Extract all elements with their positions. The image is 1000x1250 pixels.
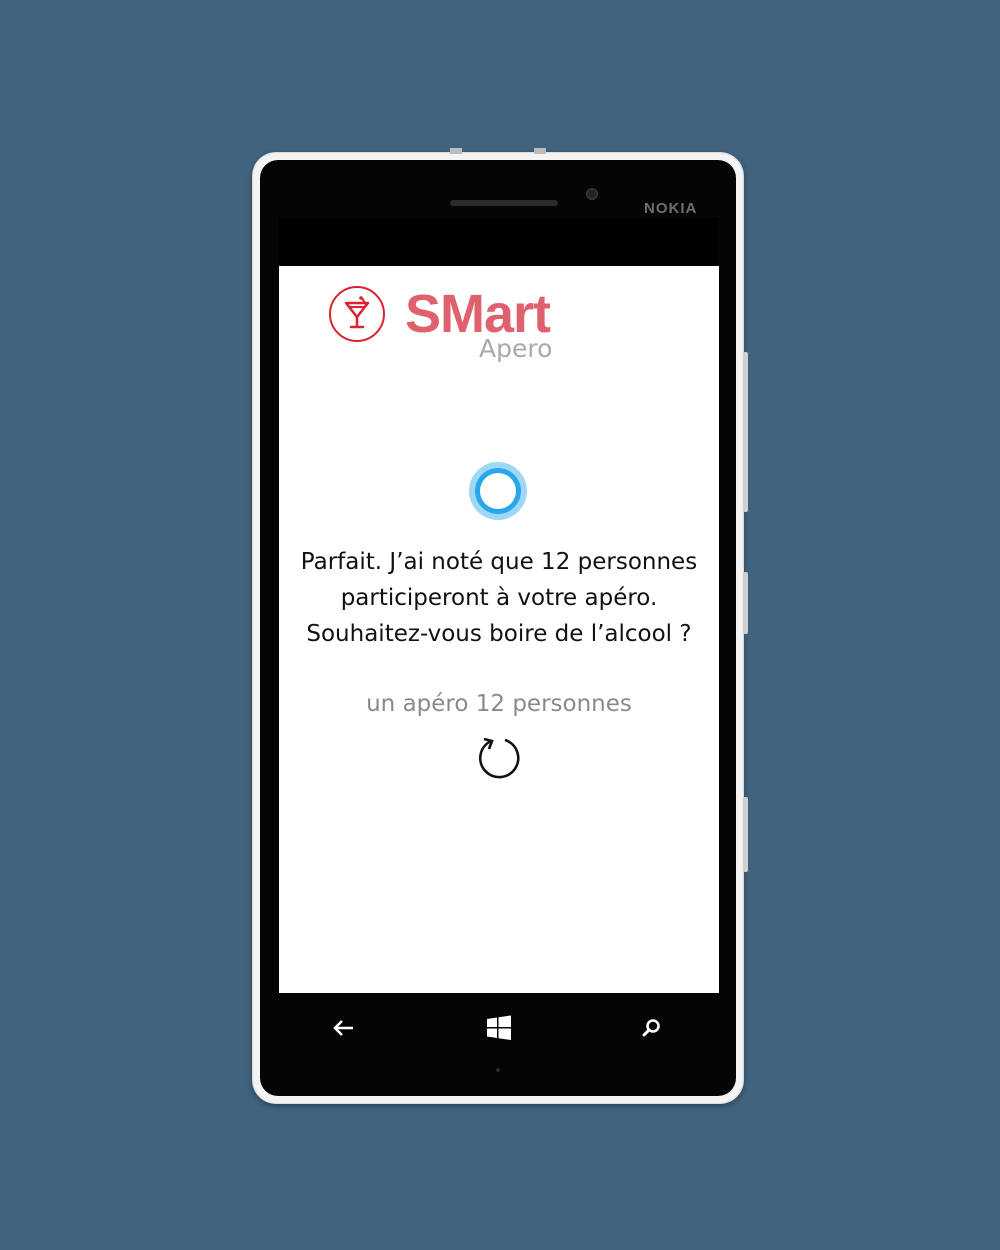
app-content: SMart Apero Parfait. J’ai noté que 12 pe… [279, 266, 719, 993]
device-brand: NOKIA [644, 200, 698, 217]
assistant-message-line: Souhaitez-vous boire de l’alcool ? [306, 621, 692, 647]
cortana-icon [469, 462, 527, 520]
front-camera [586, 188, 598, 200]
phone-volume-button [743, 352, 748, 512]
user-query-text: un apéro 12 personnes [366, 691, 632, 717]
windows-logo-icon[interactable] [484, 1013, 514, 1043]
phone-top-button-right [534, 148, 546, 154]
phone-screen: SMart Apero Parfait. J’ai noté que 12 pe… [279, 218, 719, 993]
navigation-bar [279, 993, 719, 1063]
app-logo-subtitle: Apero [479, 334, 553, 363]
cocktail-glass-icon [329, 286, 385, 342]
phone-power-button [743, 572, 748, 634]
phone-camera-button [743, 797, 748, 872]
earpiece [450, 200, 558, 206]
assistant-message-line: Parfait. J’ai noté que 12 personnes [300, 549, 698, 575]
phone-top-button-left [450, 148, 462, 154]
search-icon[interactable] [636, 1013, 666, 1043]
refresh-icon[interactable] [475, 733, 523, 783]
assistant-message: Parfait. J’ai noté que 12 personnes part… [279, 544, 719, 652]
nav-indicator-dot [496, 1068, 500, 1072]
assistant-message-line: participeront à votre apéro. [340, 585, 658, 611]
back-arrow-icon[interactable] [329, 1013, 359, 1043]
